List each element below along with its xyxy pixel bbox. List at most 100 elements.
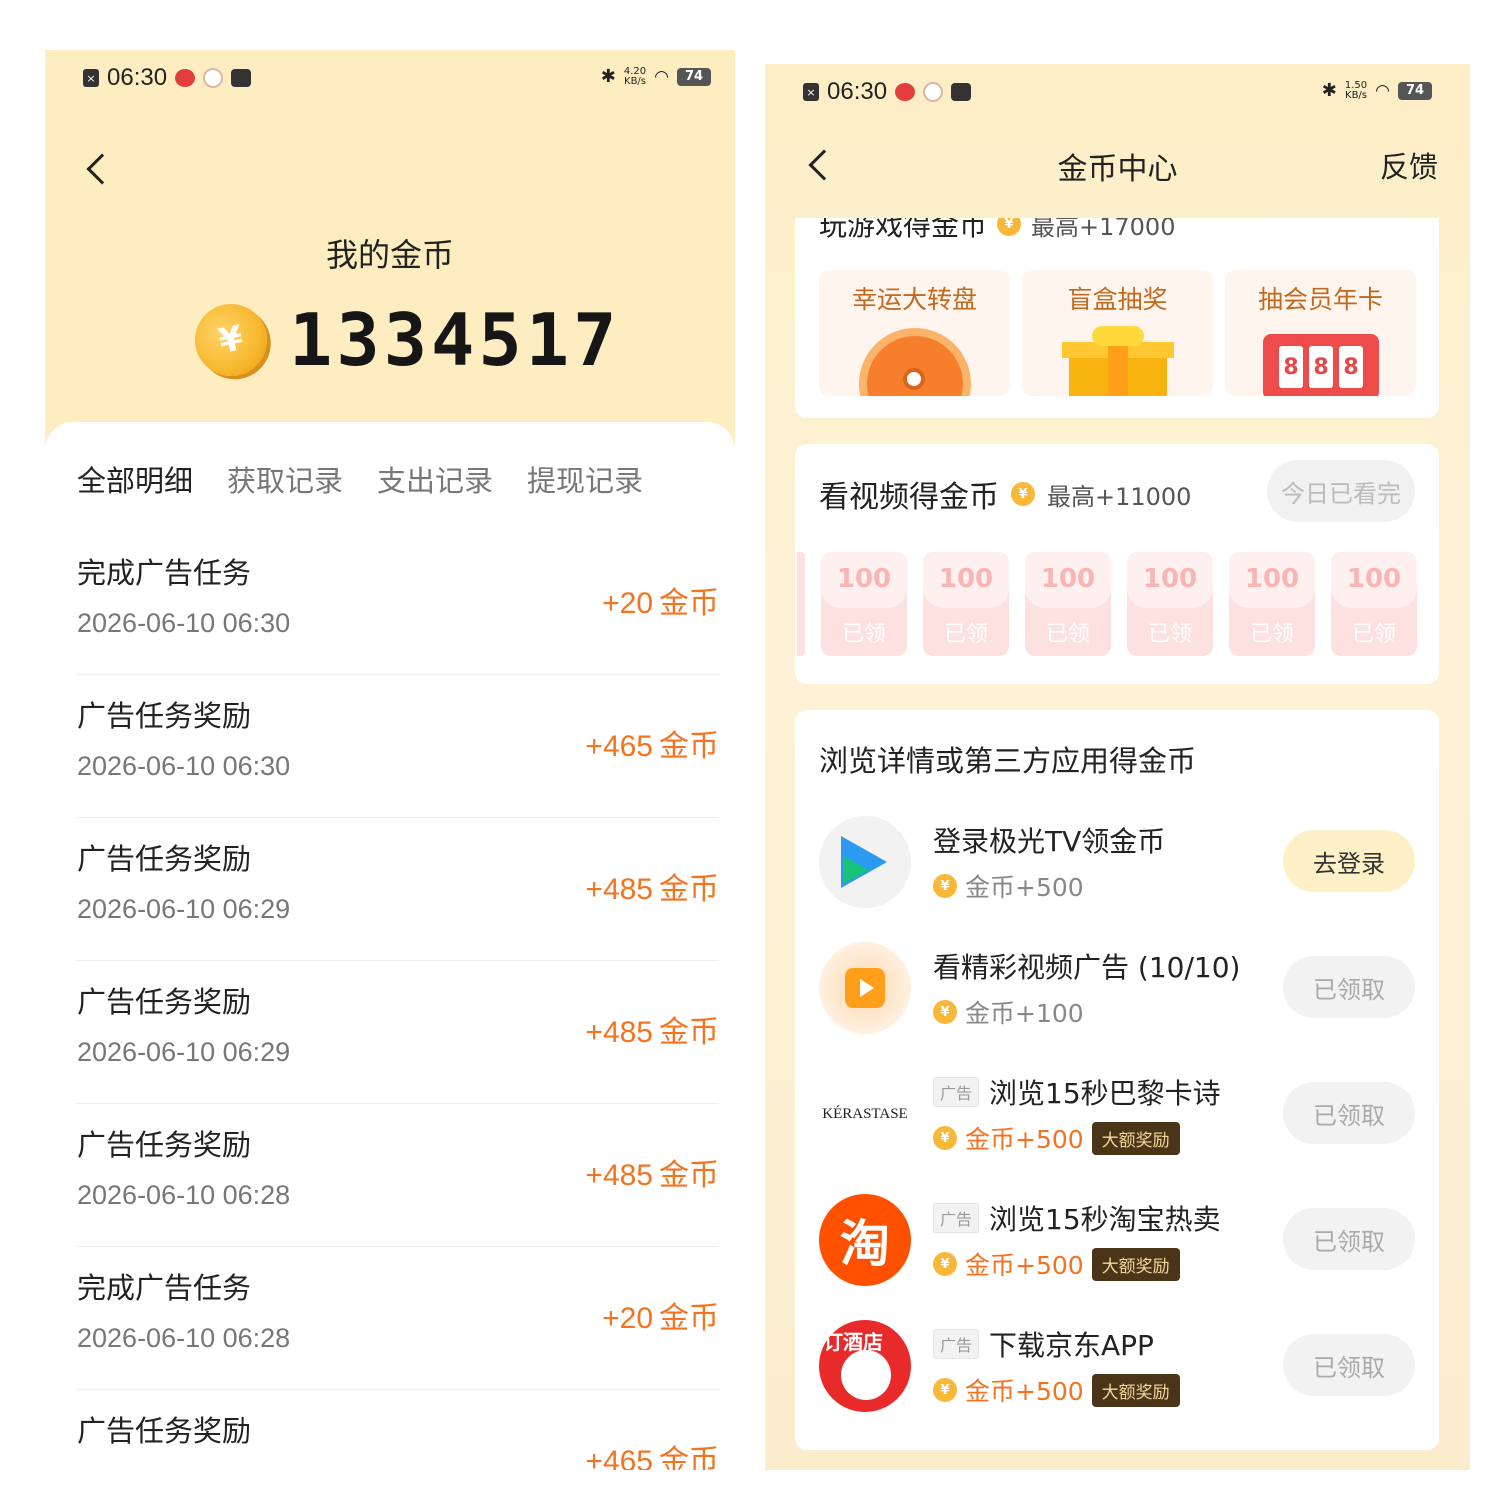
list-item: 广告任务奖励 2026-06-10 06:29 +485 金币 (77, 818, 719, 961)
bluetooth-icon: ✱ (600, 66, 616, 87)
notification-icon: × (803, 83, 819, 101)
browse-title: 浏览详情或第三方应用得金币 (819, 744, 1197, 778)
task-name: 登录极光TV领金币 (933, 825, 1166, 858)
record-amount: +465 金币 (585, 1444, 719, 1470)
games-section: 玩游戏得金币 ¥ 最高+17000 幸运大转盘 盲盒抽奖 抽会员年卡 8 8 8 (795, 218, 1439, 418)
record-amount: +485 金币 (585, 1158, 719, 1193)
record-amount: +485 金币 (585, 872, 719, 907)
ad-tag: 广告 (933, 1203, 980, 1233)
gift-ribbon-icon (1108, 342, 1128, 396)
status-bar: × 06:30 ✱ 4.20 KB/s ◠ 74 (45, 50, 735, 106)
message-notification-icon (231, 69, 252, 87)
red-envelope[interactable]: 100 已领 (923, 552, 1009, 656)
list-item: 完成广告任务 2026-06-10 06:28 +20 金币 (77, 1247, 719, 1390)
taobao-logo: 淘 (819, 1194, 911, 1286)
tab-expense-records[interactable]: 支出记录 (377, 458, 493, 500)
battery-icon: 74 (677, 67, 711, 86)
record-title: 广告任务奖励 (77, 1414, 252, 1448)
record-time: 2026-06-10 06:29 (77, 894, 291, 924)
tab-income-records[interactable]: 获取记录 (227, 458, 343, 500)
my-coins-screen: × 06:30 ✱ 4.20 KB/s ◠ 74 我的金币 ¥ 1334517 全… (45, 50, 735, 1470)
task-name: 广告 浏览15秒巴黎卡诗 (933, 1072, 1221, 1112)
record-time: 2026-06-10 06:28 (77, 1323, 291, 1353)
record-title: 广告任务奖励 (77, 1128, 252, 1162)
gold-coin-icon: ¥ (188, 297, 274, 383)
coin-icon: ¥ (933, 874, 957, 898)
list-item: 广告任务奖励 2026-06-10 06:29 +485 金币 (77, 961, 719, 1104)
status-time: 06:30 (107, 64, 168, 91)
games-header: 玩游戏得金币 ¥ 最高+17000 (819, 218, 1175, 244)
network-speed: 4.20 KB/s (623, 65, 647, 87)
gift-bow-icon (1092, 326, 1144, 346)
record-title: 广告任务奖励 (77, 842, 252, 876)
tile-label: 抽会员年卡 (1257, 285, 1383, 314)
status-time: 06:30 (827, 78, 888, 105)
task-name: 广告 下载京东APP (933, 1324, 1154, 1364)
coin-balance: 1334517 (289, 298, 621, 382)
back-button[interactable] (86, 153, 118, 185)
claimed-button[interactable]: 已领取 (1283, 1208, 1415, 1270)
record-amount: +20 金币 (602, 1301, 719, 1336)
lucky-wheel-tile[interactable]: 幸运大转盘 (819, 270, 1010, 396)
list-item: 完成广告任务 2026-06-10 06:30 +20 金币 (77, 532, 719, 675)
red-envelope[interactable]: 100 已领 (1025, 552, 1111, 656)
task-name: 看精彩视频广告 (10/10) (933, 951, 1241, 984)
wifi-icon: ◠ (1375, 80, 1390, 101)
big-reward-badge: 大额奖励 (1091, 1247, 1180, 1281)
record-title: 完成广告任务 (77, 556, 252, 590)
video-play-logo (819, 942, 911, 1034)
tile-label: 幸运大转盘 (851, 285, 977, 314)
coin-icon: ¥ (1011, 482, 1035, 506)
slot-machine-icon: 8 8 8 (1263, 334, 1379, 396)
jd-mascot-icon (841, 1350, 891, 1400)
bluetooth-icon: ✱ (1321, 80, 1337, 101)
app-notification-icon (895, 83, 916, 101)
task-reward: ¥ 金币+100 (933, 994, 1084, 1030)
record-amount: +465 金币 (585, 729, 719, 764)
big-reward-badge: 大额奖励 (1091, 1373, 1180, 1407)
avatar-notification-icon (203, 68, 224, 88)
red-envelope[interactable]: 100 已领 (1229, 552, 1315, 656)
record-title: 广告任务奖励 (77, 699, 252, 733)
tab-all-details[interactable]: 全部明细 (77, 458, 193, 500)
membership-draw-tile[interactable]: 抽会员年卡 8 8 8 (1225, 270, 1416, 396)
claimed-button[interactable]: 已领取 (1283, 956, 1415, 1018)
avatar-notification-icon (923, 82, 944, 102)
claimed-button[interactable]: 已领取 (1283, 1334, 1415, 1396)
coin-icon: ¥ (997, 218, 1022, 236)
games-title: 玩游戏得金币 (819, 218, 988, 242)
slot-digit: 8 (1309, 346, 1333, 388)
coin-icon: ¥ (933, 1126, 957, 1150)
app-notification-icon (175, 69, 196, 87)
record-amount: +20 金币 (602, 586, 719, 621)
slot-digit: 8 (1339, 346, 1363, 388)
wifi-icon: ◠ (654, 66, 669, 87)
jd-logo-text: 订酒店 (823, 1330, 883, 1354)
video-title: 看视频得金币 (819, 480, 999, 515)
claimed-button[interactable]: 已领取 (1283, 1082, 1415, 1144)
list-item: 广告任务奖励 +465 金币 (77, 1390, 719, 1470)
ad-tag: 广告 (933, 1077, 980, 1107)
feedback-button[interactable]: 反馈 (1380, 144, 1438, 186)
task-reward: ¥ 金币+500 大额奖励 (933, 1120, 1180, 1156)
task-list: 登录极光TV领金币 ¥ 金币+500 去登录 看精彩视频广告 (10/10) ¥… (819, 810, 1415, 1440)
envelope-partial (797, 552, 805, 656)
red-envelope[interactable]: 100 已领 (821, 552, 907, 656)
slot-digit: 8 (1279, 346, 1303, 388)
browse-section: 浏览详情或第三方应用得金币 登录极光TV领金币 ¥ 金币+500 去登录 看精彩… (795, 710, 1439, 1450)
task-reward: ¥ 金币+500 大额奖励 (933, 1246, 1180, 1282)
reward-envelopes: 100 已领 100 已领 100 已领 100 已领 100 已领 100 已领 (797, 552, 1417, 656)
red-envelope[interactable]: 100 已领 (1331, 552, 1417, 656)
coin-center-screen: × 06:30 ✱ 1.50 KB/s ◠ 74 金币中心 反馈 玩游戏得金币 ¥… (765, 64, 1470, 1470)
red-envelope[interactable]: 100 已领 (1127, 552, 1213, 656)
watched-today-button[interactable]: 今日已看完 (1267, 460, 1415, 522)
record-tabs: 全部明细 获取记录 支出记录 提现记录 (77, 458, 643, 500)
tab-withdraw-records[interactable]: 提现记录 (527, 458, 643, 500)
header-area: × 06:30 ✱ 4.20 KB/s ◠ 74 我的金币 ¥ 1334517 (45, 50, 735, 450)
task-item: KÉRASTASE 广告 浏览15秒巴黎卡诗 ¥ 金币+500 大额奖励 已领取 (819, 1062, 1415, 1188)
record-title: 完成广告任务 (77, 1271, 252, 1305)
task-item: 订酒店 广告 下载京东APP ¥ 金币+500 大额奖励 已领取 (819, 1314, 1415, 1440)
login-button[interactable]: 去登录 (1283, 830, 1415, 892)
blind-box-tile[interactable]: 盲盒抽奖 (1022, 270, 1213, 396)
task-name: 广告 浏览15秒淘宝热卖 (933, 1198, 1221, 1238)
